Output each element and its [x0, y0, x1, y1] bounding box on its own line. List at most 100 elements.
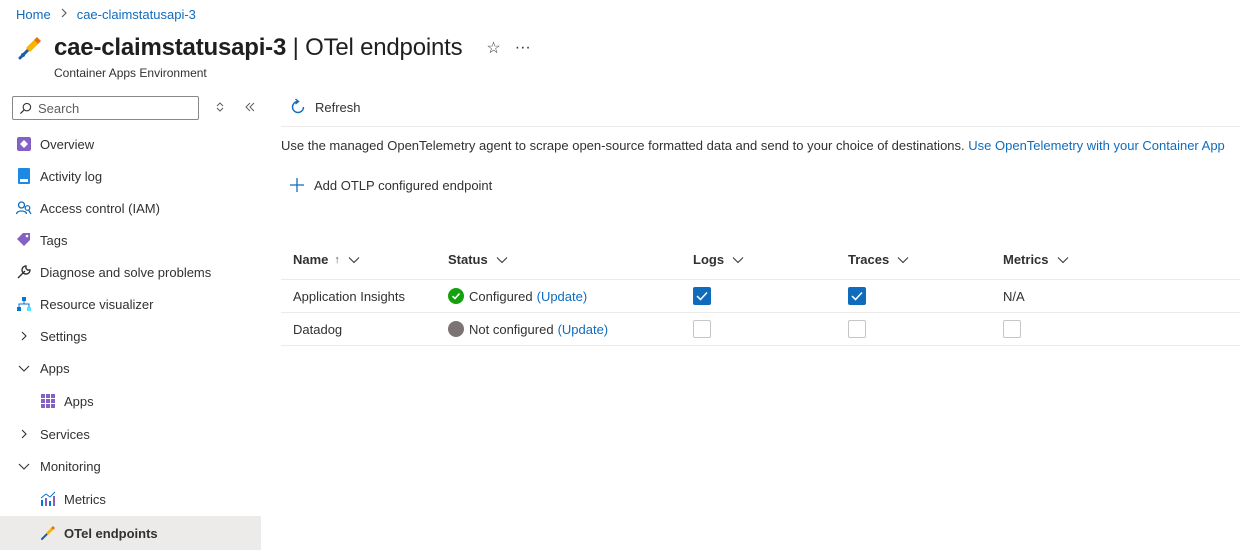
menu-item-diagnose[interactable]: Diagnose and solve problems	[0, 256, 261, 288]
chevron-right-icon	[59, 8, 69, 21]
menu-item-label: Monitoring	[40, 458, 101, 474]
not-configured-status-icon	[448, 321, 464, 337]
page-title-section: | OTel endpoints	[292, 34, 463, 61]
menu-search-box[interactable]	[12, 96, 199, 120]
logs-checkbox[interactable]	[693, 320, 711, 338]
metrics-checkbox[interactable]	[1003, 320, 1021, 338]
endpoint-name: Datadog	[293, 321, 343, 337]
resource-menu: Overview Activity log Access control (IA…	[0, 90, 261, 550]
traces-checkbox[interactable]	[848, 320, 866, 338]
metrics-cell	[1003, 313, 1021, 345]
sort-ascending-icon: ↑	[334, 253, 340, 266]
column-header-logs[interactable]: Logs	[693, 240, 744, 279]
refresh-button[interactable]: Refresh	[289, 98, 361, 116]
menu-item-label: Apps	[64, 393, 94, 409]
menu-item-otel-endpoints[interactable]: OTel endpoints	[0, 516, 261, 550]
column-header-metrics[interactable]: Metrics	[1003, 240, 1069, 279]
chevron-right-icon	[16, 328, 32, 344]
table-row[interactable]: Application Insights Configured (Update)…	[281, 280, 1240, 313]
column-header-label: Status	[448, 252, 488, 267]
logs-checkbox[interactable]	[693, 287, 711, 305]
menu-group-services[interactable]: Services	[0, 418, 261, 450]
table-header-row: Name ↑ Status Logs Traces Metrics	[281, 240, 1240, 280]
description-text: Use the managed OpenTelemetry agent to s…	[281, 138, 965, 153]
success-check-icon	[448, 288, 464, 304]
checkmark-icon	[851, 291, 863, 301]
chevron-down-icon	[16, 458, 32, 474]
menu-item-label: Overview	[40, 136, 95, 152]
traces-cell	[848, 280, 866, 312]
traces-cell	[848, 313, 866, 345]
column-header-name[interactable]: Name ↑	[293, 240, 360, 279]
checkmark-icon	[696, 291, 708, 301]
breadcrumb: Home cae-claimstatusapi-3	[16, 7, 196, 22]
menu-group-monitoring[interactable]: Monitoring	[0, 450, 261, 482]
menu-group-apps[interactable]: Apps	[0, 352, 261, 384]
otel-resource-icon	[18, 37, 41, 60]
menu-item-activity-log[interactable]: Activity log	[0, 160, 261, 192]
overview-icon	[16, 136, 32, 152]
column-header-status[interactable]: Status	[448, 240, 508, 279]
menu-item-resource-visualizer[interactable]: Resource visualizer	[0, 288, 261, 320]
metrics-icon	[40, 491, 56, 507]
menu-item-label: Access control (IAM)	[40, 200, 160, 216]
refresh-label: Refresh	[315, 99, 361, 115]
logs-cell	[693, 313, 711, 345]
menu-search-input[interactable]	[38, 100, 188, 116]
update-link[interactable]: (Update)	[558, 322, 609, 337]
favorite-star-icon[interactable]: ☆	[486, 38, 500, 58]
status-text: Not configured	[469, 321, 554, 337]
search-icon	[19, 102, 32, 114]
update-link[interactable]: (Update)	[537, 289, 588, 304]
column-header-label: Traces	[848, 252, 890, 267]
otel-docs-link[interactable]: Use OpenTelemetry with your Container Ap…	[968, 138, 1225, 153]
menu-item-access-control[interactable]: Access control (IAM)	[0, 192, 261, 224]
column-header-label: Logs	[693, 252, 725, 267]
column-header-traces[interactable]: Traces	[848, 240, 909, 279]
menu-item-label: Diagnose and solve problems	[40, 264, 212, 280]
table-row[interactable]: Datadog Not configured (Update)	[281, 313, 1240, 346]
breadcrumb-home-link[interactable]: Home	[16, 7, 51, 22]
page-header: cae-claimstatusapi-3 | OTel endpoints ☆ …	[16, 34, 531, 62]
tag-icon	[16, 232, 32, 248]
menu-item-overview[interactable]: Overview	[0, 128, 261, 160]
chevron-down-icon	[1057, 256, 1069, 264]
add-otlp-label: Add OTLP configured endpoint	[314, 177, 493, 193]
menu-item-label: Resource visualizer	[40, 296, 154, 312]
menu-items: Overview Activity log Access control (IA…	[0, 128, 261, 550]
menu-item-metrics[interactable]: Metrics	[0, 482, 261, 516]
logs-cell	[693, 280, 711, 312]
wrench-icon	[16, 264, 32, 280]
page-title-resource: cae-claimstatusapi-3	[54, 34, 287, 61]
apps-grid-icon	[40, 393, 56, 409]
chevron-down-icon	[496, 256, 508, 264]
chevron-down-icon	[16, 360, 32, 376]
page-title: cae-claimstatusapi-3 | OTel endpoints	[54, 34, 463, 62]
menu-item-tags[interactable]: Tags	[0, 224, 261, 256]
chevron-down-icon	[348, 256, 360, 264]
add-icon	[290, 178, 304, 192]
page-description: Use the managed OpenTelemetry agent to s…	[281, 138, 1225, 153]
menu-item-label: Tags	[40, 232, 68, 248]
menu-group-settings[interactable]: Settings	[0, 320, 261, 352]
column-header-label: Metrics	[1003, 252, 1049, 267]
refresh-icon	[291, 98, 305, 114]
column-header-label: Name	[293, 252, 329, 267]
menu-item-label: Settings	[40, 328, 87, 344]
page-subtitle: Container Apps Environment	[54, 66, 207, 80]
endpoint-name: Application Insights	[293, 288, 406, 304]
endpoints-table: Name ↑ Status Logs Traces Metrics Applic…	[281, 240, 1240, 346]
collapse-menu-icon[interactable]	[241, 101, 259, 115]
menu-item-apps[interactable]: Apps	[0, 384, 261, 418]
more-options-icon[interactable]: ···	[515, 39, 531, 57]
metrics-value: N/A	[1003, 288, 1025, 304]
add-otlp-endpoint-button[interactable]: Add OTLP configured endpoint	[289, 177, 492, 193]
traces-checkbox[interactable]	[848, 287, 866, 305]
resource-visualizer-icon	[16, 296, 32, 312]
chevron-right-icon	[16, 426, 32, 442]
breadcrumb-resource-link[interactable]: cae-claimstatusapi-3	[77, 7, 196, 22]
activity-log-icon	[16, 168, 32, 184]
chevron-down-icon	[732, 256, 744, 264]
expand-collapse-icon[interactable]	[211, 101, 229, 115]
menu-item-label: Services	[40, 426, 90, 442]
